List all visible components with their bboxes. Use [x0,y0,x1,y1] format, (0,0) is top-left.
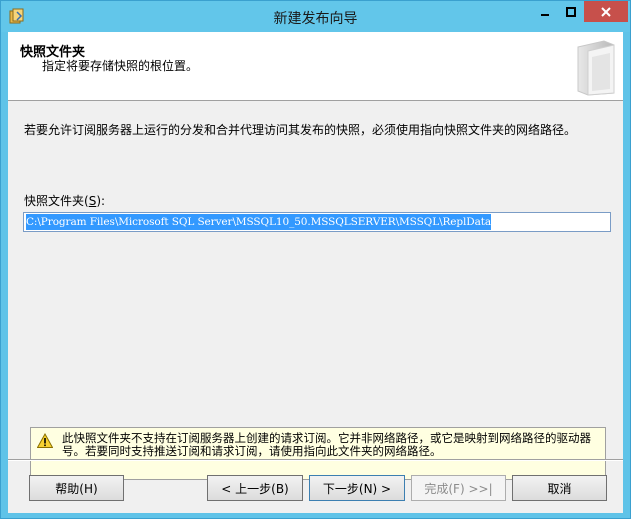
title-bar[interactable]: 新建发布向导 [1,1,630,32]
snapshot-folder-input[interactable]: C:\Program Files\Microsoft SQL Server\MS… [23,212,611,232]
help-button[interactable]: 帮助(H) [29,475,124,501]
header-band: 快照文件夹 指定将要存储快照的根位置。 [8,32,623,101]
minimize-icon [541,13,549,16]
folder-art-icon [577,40,615,96]
cancel-button[interactable]: 取消 [512,475,607,501]
minimize-button[interactable] [532,1,558,22]
back-button[interactable]: < 上一步(B) [207,475,303,501]
warning-text: 此快照文件夹不支持在订阅服务器上创建的请求订阅。它并非网络路径，或它是映射到网络… [62,431,591,458]
page-subtitle: 指定将要存储快照的根位置。 [42,59,199,73]
warning-panel: 此快照文件夹不支持在订阅服务器上创建的请求订阅。它并非网络路径，或它是映射到网络… [30,427,606,480]
warning-icon [37,433,53,448]
wizard-window: 新建发布向导 快照文件夹 指定将要存储快照的根位置。 若要允许订阅服务器上运行的… [0,0,631,519]
intro-text: 若要允许订阅服务器上运行的分发和合并代理访问其发布的快照，必须使用指向快照文件夹… [24,123,577,137]
close-icon [601,6,611,17]
footer-divider [8,459,623,461]
snapshot-folder-value: C:\Program Files\Microsoft SQL Server\MS… [26,214,492,230]
maximize-button[interactable] [558,1,584,22]
close-button[interactable] [584,1,628,22]
content-area: 若要允许订阅服务器上运行的分发和合并代理访问其发布的快照，必须使用指向快照文件夹… [8,101,623,480]
finish-button[interactable]: 完成(F) >>| [411,475,506,501]
next-button[interactable]: 下一步(N) > [309,475,405,501]
snapshot-folder-label: 快照文件夹(S): [24,194,106,208]
wizard-client: 快照文件夹 指定将要存储快照的根位置。 若要允许订阅服务器上运行的分发和合并代理… [8,32,623,513]
maximize-icon [566,6,576,17]
